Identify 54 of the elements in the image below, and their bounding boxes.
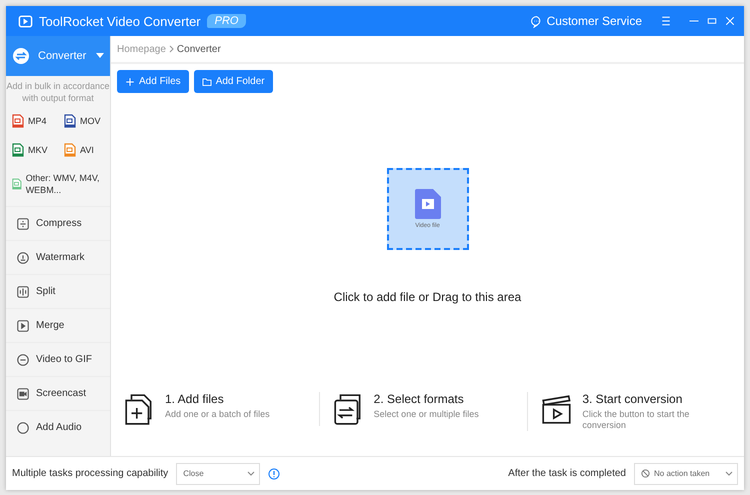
after-task-dropdown[interactable]: No action taken — [634, 462, 738, 484]
folder-icon — [202, 76, 212, 86]
window-title: ToolRocket Video Converter — [39, 14, 201, 28]
format-option[interactable]: AVI — [64, 137, 110, 162]
step-description: Click the button to start the conversion — [582, 409, 690, 431]
sidebar-item[interactable]: Video to GIF — [6, 342, 110, 376]
menu-icon — [660, 15, 672, 27]
format-option[interactable]: MP4 — [12, 108, 64, 133]
video-file-icon — [64, 114, 76, 128]
tasks-dropdown[interactable]: Close — [176, 462, 260, 484]
step-title: 1. Add files — [165, 392, 225, 406]
sidebar-item[interactable]: Screencast — [6, 376, 110, 410]
caret-icon — [96, 53, 104, 59]
customer-service-button[interactable]: Customer Service — [530, 14, 642, 28]
add-button[interactable]: Add Files — [117, 70, 189, 93]
split-icon — [16, 284, 30, 298]
format-option[interactable]: MKV — [12, 137, 64, 162]
app-logo-icon — [18, 14, 33, 28]
format-hint: Add in bulk in accordance with output format — [6, 80, 110, 105]
step-title: 3. Start conversion — [582, 392, 684, 406]
sidebar-item[interactable]: Add Audio — [6, 410, 110, 444]
drop-prompt: Click to add file or Drag to this area — [334, 290, 522, 304]
plus-icon — [125, 76, 135, 86]
video-file-icon — [12, 114, 24, 128]
video-file-icon — [12, 142, 24, 156]
step-description: Add one or a batch of files — [165, 409, 270, 420]
stamp-icon — [16, 250, 30, 264]
add-button[interactable]: Add Folder — [194, 70, 273, 93]
divide-icon — [16, 216, 30, 230]
tasks-label: Multiple tasks processing capability — [12, 468, 168, 479]
video-file-icon — [414, 188, 440, 218]
chevron-icon — [168, 45, 174, 53]
chat-icon — [530, 14, 543, 28]
sidebar-item[interactable]: Split — [6, 274, 110, 308]
sidebar-item[interactable]: Merge — [6, 308, 110, 342]
play-square-icon — [16, 318, 30, 332]
video-file-icon — [64, 142, 76, 156]
step-description: Select one or multiple files — [374, 409, 479, 420]
after-task-label: After the task is completed — [508, 468, 626, 479]
sidebar-item[interactable]: Watermark — [6, 240, 110, 274]
chevron-down-icon — [725, 471, 733, 476]
step-title: 2. Select formats — [374, 392, 465, 406]
close-icon — [724, 15, 736, 27]
chevron-down-icon — [247, 471, 256, 476]
format-option[interactable]: MOV — [64, 108, 110, 133]
breadcrumb-current: Converter — [176, 44, 221, 54]
info-icon[interactable] — [268, 468, 280, 480]
format-option[interactable]: Other: WMV, M4V, WEBM... — [12, 166, 110, 202]
video-file-icon — [12, 177, 22, 191]
sidebar-item[interactable]: Compress — [6, 206, 110, 240]
convert-icon — [12, 47, 30, 65]
pro-badge: PRO — [206, 14, 246, 28]
camera-icon — [16, 386, 30, 400]
ban-icon — [641, 469, 650, 478]
